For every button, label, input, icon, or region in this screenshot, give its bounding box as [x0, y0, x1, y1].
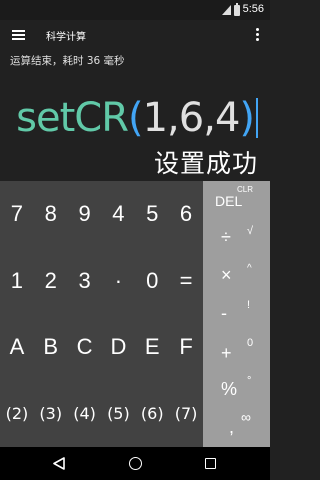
expression-display[interactable]: setCR(1,6,4)	[16, 88, 258, 148]
key-decimal[interactable]: ·	[101, 268, 135, 294]
key-base-7[interactable]: (7)	[169, 404, 203, 423]
key-7[interactable]: 7	[0, 201, 34, 227]
expression-open-paren: (	[128, 95, 144, 141]
percent-label: %	[221, 379, 238, 399]
key-divide[interactable]: ÷ √	[203, 219, 270, 257]
key-4[interactable]: 4	[101, 201, 135, 227]
keypad-row: 1 2 3 · 0 =	[0, 248, 203, 315]
status-icons	[222, 2, 240, 16]
key-1[interactable]: 1	[0, 268, 34, 294]
expression-close-paren: )	[239, 95, 255, 141]
app-title: 科学计算	[46, 32, 86, 43]
key-subtract[interactable]: - !	[203, 295, 270, 333]
operator-panel: DEL CLR ÷ √ × ^ - ! + 0 % ° , ∞	[203, 181, 270, 447]
power-label: ^	[247, 263, 252, 274]
status-message: 运算结束，耗时 36 毫秒	[10, 55, 125, 67]
keypad-row: (2) (3) (4) (5) (6) (7)	[0, 381, 203, 448]
key-9[interactable]: 9	[68, 201, 102, 227]
status-bar: 5:56	[0, 0, 270, 20]
key-3[interactable]: 3	[68, 268, 102, 294]
keypad-row: A B C D E F	[0, 314, 203, 381]
result-text: 设置成功	[153, 149, 258, 178]
menu-icon[interactable]	[12, 30, 25, 40]
key-5[interactable]: 5	[135, 201, 169, 227]
add-label: +	[221, 343, 232, 363]
divide-label: ÷	[221, 227, 231, 247]
key-8[interactable]: 8	[34, 201, 68, 227]
key-base-3[interactable]: (3)	[34, 404, 68, 423]
factorial-label: !	[247, 299, 251, 311]
back-icon[interactable]	[53, 457, 65, 470]
recent-apps-icon[interactable]	[205, 458, 216, 469]
key-6[interactable]: 6	[169, 201, 203, 227]
key-e[interactable]: E	[135, 334, 169, 360]
delete-label: DEL	[215, 193, 243, 209]
key-base-4[interactable]: (4)	[68, 404, 102, 423]
key-base-2[interactable]: (2)	[0, 404, 34, 423]
key-b[interactable]: B	[34, 334, 68, 360]
key-f[interactable]: F	[169, 334, 203, 360]
signal-icon	[222, 5, 231, 15]
comma-label: ,	[229, 417, 235, 437]
more-vert-icon[interactable]	[256, 28, 260, 42]
expression-args: 1,6,4	[142, 95, 241, 141]
zero-label: 0	[247, 337, 254, 349]
key-delete[interactable]: DEL CLR	[203, 181, 270, 219]
key-equals[interactable]: =	[169, 268, 203, 294]
infinity-label: ∞	[241, 409, 251, 425]
key-2[interactable]: 2	[34, 268, 68, 294]
key-c[interactable]: C	[68, 334, 102, 360]
status-time: 5:56	[242, 3, 264, 15]
key-d[interactable]: D	[101, 334, 135, 360]
keypad-row: 7 8 9 4 5 6	[0, 181, 203, 248]
key-multiply[interactable]: × ^	[203, 257, 270, 295]
key-0[interactable]: 0	[135, 268, 169, 294]
key-comma[interactable]: , ∞	[203, 409, 270, 447]
app-bar: 科学计算	[0, 20, 270, 50]
home-icon[interactable]	[129, 457, 142, 470]
battery-icon	[234, 2, 240, 16]
expression-function: setCR	[16, 95, 129, 141]
sqrt-label: √	[247, 225, 254, 237]
key-add[interactable]: + 0	[203, 333, 270, 371]
key-base-6[interactable]: (6)	[135, 404, 169, 423]
subtract-label: -	[221, 303, 227, 323]
keypad: 7 8 9 4 5 6 1 2 3 · 0 = A B C D E F (2) …	[0, 181, 203, 447]
key-percent[interactable]: % °	[203, 371, 270, 409]
text-cursor	[256, 98, 258, 138]
navigation-bar	[0, 447, 270, 480]
key-a[interactable]: A	[0, 334, 34, 360]
degree-label: °	[247, 375, 252, 387]
key-base-5[interactable]: (5)	[101, 404, 135, 423]
multiply-label: ×	[221, 265, 232, 285]
clear-label: CLR	[237, 185, 254, 194]
